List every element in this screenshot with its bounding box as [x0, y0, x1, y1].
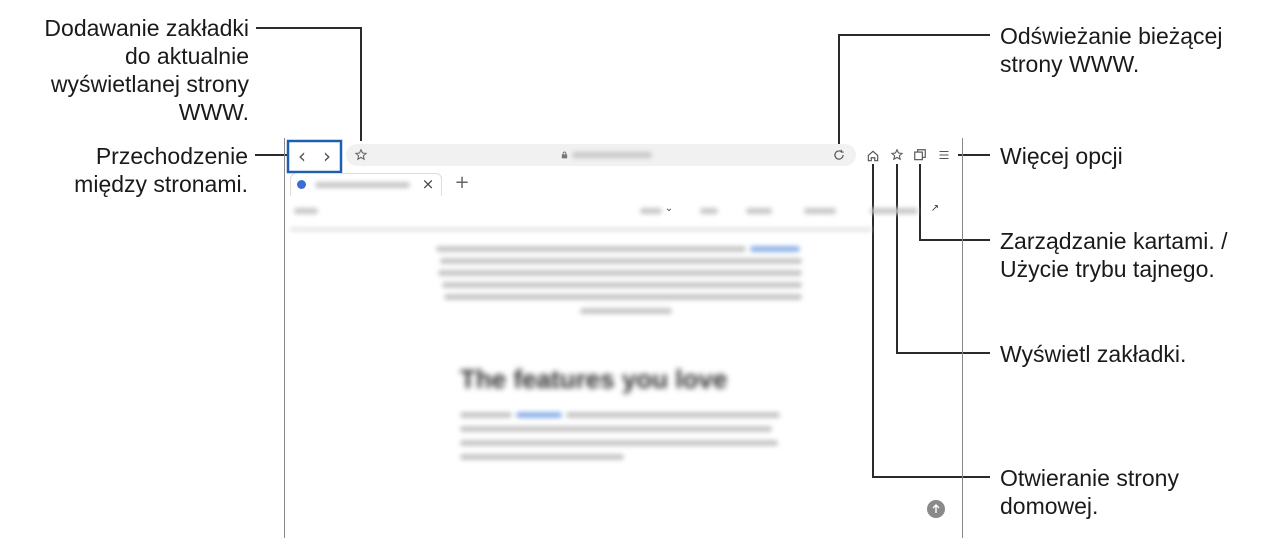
callout-tabs: Zarządzanie kartami. / Użycie trybu tajn…: [1000, 228, 1228, 282]
browser-tab[interactable]: ×: [290, 173, 442, 196]
lock-icon: [561, 151, 568, 159]
blurred-nav-4: [804, 208, 836, 214]
chevron-right-icon[interactable]: ›: [319, 146, 335, 166]
blurred-logo: [294, 208, 318, 214]
scroll-up-icon: [932, 504, 940, 513]
frame-left: [284, 138, 285, 538]
blurred-body-1: [460, 412, 512, 418]
line-refresh: [838, 34, 990, 145]
callout-navigate: Przechodzenie między stronami.: [74, 143, 248, 197]
blurred-text-1: [436, 246, 746, 252]
chevron-left-icon[interactable]: ‹: [294, 146, 310, 166]
blurred-heading: The features you love: [460, 364, 728, 394]
external-link-icon: ↗: [930, 203, 940, 214]
blurred-text-5: [444, 294, 802, 300]
browser-screen: ‹ › × + ⌄ ↗ The features you love: [284, 138, 964, 538]
new-tab-button[interactable]: +: [452, 174, 472, 192]
refresh-icon[interactable]: [832, 148, 846, 162]
blurred-nav-1: [640, 208, 662, 214]
blurred-link-1: [750, 246, 800, 252]
callout-home: Otwieranie strony domowej.: [1000, 465, 1179, 519]
bookmarks-icon[interactable]: [890, 148, 904, 162]
blurred-body-4: [460, 440, 778, 446]
tabs-icon[interactable]: [913, 148, 927, 162]
blurred-text-6: [580, 308, 672, 314]
scroll-up-button[interactable]: [927, 500, 945, 518]
callout-more-options: Więcej opcji: [1000, 143, 1123, 169]
line-bookmark-add: [256, 27, 362, 141]
blurred-link-2: [516, 412, 562, 418]
blurred-divider: [290, 228, 872, 231]
menu-icon[interactable]: [938, 149, 950, 161]
blurred-nav-3: [746, 208, 772, 214]
blurred-url: [572, 152, 652, 158]
blurred-body-5: [460, 454, 624, 460]
callout-view-bookmarks: Wyświetl zakładki.: [1000, 341, 1187, 367]
address-bar[interactable]: [346, 144, 856, 166]
close-icon[interactable]: ×: [421, 177, 435, 192]
blurred-text-4: [442, 282, 802, 288]
blurred-nav-2: [700, 208, 718, 214]
chevron-down-icon: ⌄: [664, 203, 674, 214]
blurred-body-2: [566, 412, 780, 418]
star-icon[interactable]: [354, 148, 368, 162]
blurred-nav-5: [870, 208, 918, 214]
blurred-text-2: [440, 258, 802, 264]
blurred-body-3: [460, 426, 772, 432]
callout-refresh: Odświeżanie bieżącej strony WWW.: [1000, 23, 1223, 77]
callout-bookmark-add: Dodawanie zakładki do aktualnie wyświetl…: [44, 15, 249, 125]
blurred-text-3: [438, 270, 802, 276]
favicon: [297, 180, 306, 189]
frame-right: [962, 138, 963, 538]
blurred-tab-title: [315, 182, 410, 188]
home-icon[interactable]: [866, 149, 880, 163]
